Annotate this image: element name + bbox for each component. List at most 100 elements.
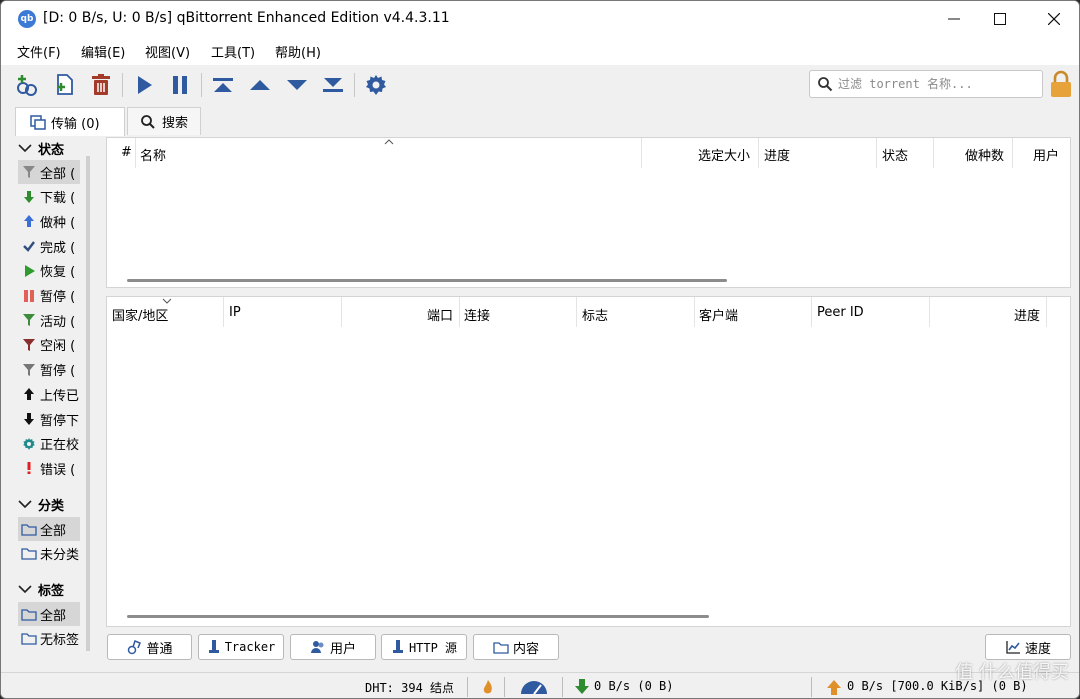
column-connection[interactable]: 连接 xyxy=(464,305,490,324)
menu-edit[interactable]: 编辑(E) xyxy=(81,42,125,61)
column-flags[interactable]: 标志 xyxy=(582,305,608,324)
status-filter-item[interactable]: 上传已 xyxy=(18,382,80,406)
menu-view[interactable]: 视图(V) xyxy=(145,42,190,61)
tag-item-untagged[interactable]: 无标签 xyxy=(18,626,80,650)
category-header[interactable]: 分类 xyxy=(18,492,64,516)
status-filter-label: 下载 ( xyxy=(40,191,76,207)
status-filter-item[interactable]: 完成 ( xyxy=(18,234,80,258)
status-filter-label: 暂停下 xyxy=(40,413,80,429)
tab-general[interactable]: 普通 xyxy=(107,634,192,660)
menu-tools[interactable]: 工具(T) xyxy=(211,42,255,61)
pause-button[interactable] xyxy=(166,71,194,99)
add-torrent-file-button[interactable] xyxy=(51,71,79,99)
move-bottom-icon xyxy=(323,78,343,92)
exclamation-icon xyxy=(18,461,40,475)
speed-limit-icon[interactable] xyxy=(519,678,549,696)
column-status[interactable]: 状态 xyxy=(882,145,908,164)
move-bottom-button[interactable] xyxy=(319,71,347,99)
category-item-uncategorized[interactable]: 未分类 xyxy=(18,541,80,565)
firewall-icon[interactable] xyxy=(481,679,495,695)
toolbar xyxy=(1,65,1079,105)
status-bar: DHT: 394 结点 0 B/s (0 B) 0 B/s [700.0 KiB… xyxy=(1,672,1079,698)
status-filter-item[interactable]: 暂停 ( xyxy=(18,358,80,382)
transfer-icon xyxy=(30,115,46,130)
minimize-icon xyxy=(948,18,960,20)
folder-icon xyxy=(21,609,37,621)
status-filter-label: 全部 ( xyxy=(40,166,76,182)
column-client[interactable]: 客户端 xyxy=(699,305,738,324)
add-torrent-link-button[interactable] xyxy=(14,71,42,99)
tab-trackers[interactable]: Tracker xyxy=(198,634,284,660)
chevron-down-icon xyxy=(18,585,32,594)
window-title: [D: 0 B/s, U: 0 B/s] qBittorrent Enhance… xyxy=(43,10,450,26)
status-filter-item[interactable]: 暂停 ( xyxy=(18,284,80,308)
column-number[interactable]: # xyxy=(121,145,132,160)
tab-transfers[interactable]: 传输 (0) xyxy=(15,107,125,136)
menu-help[interactable]: 帮助(H) xyxy=(275,42,321,61)
menu-file[interactable]: 文件(F) xyxy=(17,42,61,61)
move-top-button[interactable] xyxy=(209,71,237,99)
tag-header[interactable]: 标签 xyxy=(18,577,64,601)
status-filter-label: 错误 ( xyxy=(40,462,76,478)
download-speed[interactable]: 0 B/s (0 B) xyxy=(594,679,673,693)
delete-button[interactable] xyxy=(87,71,115,99)
status-filter-label: 活动 ( xyxy=(40,314,76,330)
tab-search[interactable]: 搜索 xyxy=(127,107,201,135)
tab-http-sources[interactable]: HTTP 源 xyxy=(381,634,467,660)
lock-button[interactable] xyxy=(1047,69,1075,99)
peer-list: 国家/地区 IP 端口 连接 标志 客户端 Peer ID 进度 xyxy=(106,296,1071,627)
chevron-down-icon xyxy=(18,500,32,509)
column-port[interactable]: 端口 xyxy=(427,305,453,324)
arrow-up-icon xyxy=(18,387,40,401)
column-ip[interactable]: IP xyxy=(229,305,241,320)
status-filter-item[interactable]: 正在校 xyxy=(18,432,80,456)
minimize-button[interactable] xyxy=(931,1,977,37)
sidebar-scrollbar[interactable] xyxy=(86,156,90,651)
chevron-down-icon xyxy=(18,144,32,153)
tab-speed[interactable]: 速度 xyxy=(985,634,1071,660)
close-icon xyxy=(1048,13,1060,25)
tab-peers[interactable]: 用户 xyxy=(290,634,376,660)
main-window: qb [D: 0 B/s, U: 0 B/s] qBittorrent Enha… xyxy=(0,0,1080,699)
search-box[interactable] xyxy=(809,70,1043,98)
status-filter-item[interactable]: 做种 ( xyxy=(18,209,80,233)
close-button[interactable] xyxy=(1031,1,1077,37)
column-peer-id[interactable]: Peer ID xyxy=(817,305,864,320)
watermark: 值 什么值得买 xyxy=(955,662,1069,683)
column-progress[interactable]: 进度 xyxy=(764,145,790,164)
status-filter-item[interactable]: 错误 ( xyxy=(18,456,80,480)
folder-icon xyxy=(493,642,509,654)
peer-list-header: 国家/地区 IP 端口 连接 标志 客户端 Peer ID 进度 xyxy=(107,297,1070,327)
status-header[interactable]: 状态 xyxy=(18,136,64,160)
tab-content[interactable]: 内容 xyxy=(473,634,559,660)
torrent-list-hscrollbar[interactable] xyxy=(127,279,727,282)
maximize-button[interactable] xyxy=(977,1,1023,37)
status-filter-item[interactable]: 空闲 ( xyxy=(18,333,80,357)
general-icon xyxy=(128,640,142,655)
column-country[interactable]: 国家/地区 xyxy=(112,305,168,324)
filter-icon xyxy=(18,363,40,377)
move-up-button[interactable] xyxy=(246,71,274,99)
trash-icon xyxy=(92,74,110,95)
column-peer-progress[interactable]: 进度 xyxy=(1014,305,1040,324)
upload-arrow-icon xyxy=(827,680,841,695)
torrent-list: # 名称 选定大小 进度 状态 做种数 用户 xyxy=(106,137,1071,288)
title-bar: qb [D: 0 B/s, U: 0 B/s] qBittorrent Enha… xyxy=(1,1,1079,37)
status-filter-item[interactable]: 全部 ( xyxy=(18,160,80,184)
tag-item-all[interactable]: 全部 xyxy=(18,602,80,626)
category-item-all[interactable]: 全部 xyxy=(18,517,80,541)
resume-button[interactable] xyxy=(130,71,158,99)
status-filter-item[interactable]: 下载 ( xyxy=(18,185,80,209)
column-peers[interactable]: 用户 xyxy=(1033,145,1059,164)
search-input[interactable] xyxy=(838,75,1038,93)
move-down-button[interactable] xyxy=(283,71,311,99)
column-name[interactable]: 名称 xyxy=(140,145,166,164)
status-filter-item[interactable]: 活动 ( xyxy=(18,308,80,332)
column-seeds[interactable]: 做种数 xyxy=(965,145,1004,164)
peer-list-hscrollbar[interactable] xyxy=(127,615,709,618)
options-button[interactable] xyxy=(362,71,390,99)
column-size[interactable]: 选定大小 xyxy=(698,145,750,164)
status-filter-item[interactable]: 暂停下 xyxy=(18,407,80,431)
filter-icon xyxy=(18,338,40,352)
status-filter-item[interactable]: 恢复 ( xyxy=(18,259,80,283)
